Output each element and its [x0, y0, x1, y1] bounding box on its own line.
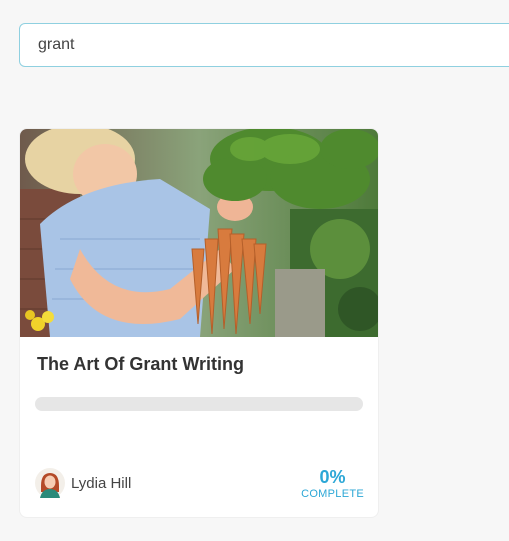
course-thumbnail-image[interactable] [20, 129, 378, 337]
author: Lydia Hill [35, 468, 131, 498]
progress-percent: 0% [319, 467, 346, 487]
author-name: Lydia Hill [71, 474, 132, 492]
search-input[interactable] [20, 24, 509, 66]
course-title[interactable]: The Art Of Grant Writing [37, 354, 244, 375]
search-box[interactable] [19, 23, 509, 67]
complete-label: COMPLETE [301, 488, 364, 500]
author-avatar [35, 468, 65, 498]
progress-stats: 0% COMPLETE [301, 467, 364, 501]
course-progress-bar [35, 397, 363, 411]
course-card[interactable]: The Art Of Grant Writing Lydia Hill 0% C… [20, 129, 378, 517]
